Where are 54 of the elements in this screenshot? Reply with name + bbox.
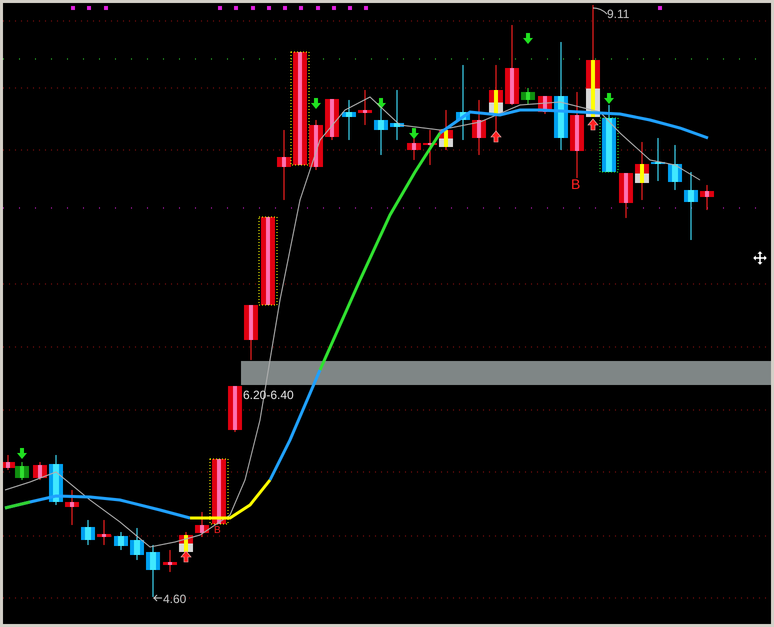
down-arrow-icon [604,93,614,104]
candlestick [97,520,111,546]
signal-marker [348,6,352,10]
signal-marker [218,6,222,10]
candlestick [163,550,177,572]
down-arrow-icon [311,98,321,109]
signal-marker [267,6,271,10]
candlestick [668,144,682,190]
candlestick [390,90,404,140]
candlestick [325,98,339,140]
down-arrow-icon [409,128,419,139]
up-arrow-icon [180,550,192,562]
candlestick [651,138,665,182]
candlestick [342,100,356,140]
candlestick [423,130,437,166]
candlestick [635,142,649,200]
candlestick [130,528,144,560]
move-cursor-icon [752,250,768,266]
signal-marker [104,6,108,10]
candlestick [228,386,242,432]
candlestick [15,462,29,480]
candlestick [3,454,15,470]
candlestick [81,520,95,546]
candlestick [65,490,79,526]
up-arrow-icon [490,130,502,142]
down-arrow-icon [17,448,27,459]
down-arrow-icon [523,33,533,44]
low-price-label: 4.60 [163,592,186,606]
candlestick [358,90,372,126]
signal-marker [299,6,303,10]
candlestick [684,172,698,240]
arrow-icon [152,594,162,602]
candlestick [521,88,535,104]
signal-marker [71,6,75,10]
down-arrow-icon [376,98,386,109]
buy-marker: B [571,176,580,192]
candlestick [33,462,47,480]
signal-marker [316,6,320,10]
leader-line [592,8,608,14]
signal-marker [332,6,336,10]
buy-marker: B [214,525,221,536]
high-price-label: 9.11 [607,7,630,21]
signal-marker [364,6,368,10]
signal-marker [87,6,91,10]
signal-marker [283,6,287,10]
candlestick [114,532,128,550]
signal-marker [251,6,255,10]
candlestick [146,544,160,598]
signal-marker [234,6,238,10]
candlestick [472,100,486,156]
signal-marker [658,6,662,10]
up-arrow-icon [587,118,599,130]
candlestick [700,184,714,210]
candlestick [439,110,453,150]
